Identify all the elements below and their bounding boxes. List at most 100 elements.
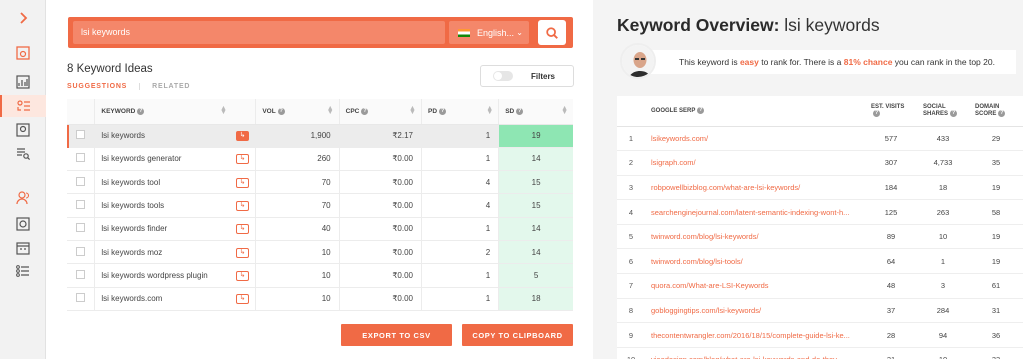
help-icon[interactable]: ? — [137, 107, 145, 115]
sort-icon[interactable]: ▲ ▼ — [561, 105, 568, 116]
keyword-cell[interactable]: lsi keywords tools — [94, 193, 232, 218]
visits-cell: 21 — [865, 347, 917, 359]
filters-button[interactable]: Filters — [480, 65, 574, 87]
site-audit-icon[interactable] — [13, 143, 33, 163]
help-icon[interactable]: ? — [361, 107, 369, 115]
table-row[interactable]: lsi keywords.com ↳ 10 ₹0.00 1 18 — [67, 287, 573, 311]
top-pages-icon[interactable] — [13, 214, 33, 234]
row-checkbox-cell — [67, 240, 95, 265]
table-row[interactable]: lsi keywords tools ↳ 70 ₹0.00 4 15 — [67, 193, 573, 218]
cpc-cell: ₹0.00 — [338, 217, 422, 241]
table-row[interactable]: lsi keywords moz ↳ 10 ₹0.00 2 14 — [67, 240, 573, 265]
keyword-cell[interactable]: lsi keywords wordpress plugin — [94, 263, 232, 288]
serp-url-link[interactable]: vieodesign.com/blog/what-are-lsi-keyword… — [645, 347, 865, 359]
open-keyword-icon[interactable]: ↳ — [235, 131, 249, 142]
table-row[interactable]: lsi keywords finder ↳ 40 ₹0.00 1 14 — [67, 217, 573, 241]
serp-url-link[interactable]: gobloggingtips.com/lsi-keywords/ — [645, 298, 865, 324]
expand-chevron-icon[interactable] — [13, 8, 33, 28]
serp-url-link[interactable]: thecontentwrangler.com/2016/18/15/comple… — [645, 322, 865, 348]
row-checkbox[interactable] — [76, 176, 86, 186]
keyword-cell[interactable]: lsi keywords finder — [94, 217, 232, 241]
users-icon[interactable] — [13, 188, 33, 208]
rank-cell: 3 — [617, 175, 645, 201]
cpc-cell: ₹2.17 — [338, 124, 422, 148]
arrow-cell: ↳ — [231, 193, 256, 218]
row-checkbox[interactable] — [76, 246, 86, 256]
search-input[interactable]: lsi keywords — [73, 21, 445, 44]
sort-icon[interactable]: ▲ ▼ — [486, 105, 493, 116]
open-keyword-icon[interactable]: ↳ — [235, 270, 249, 281]
avatar — [620, 43, 656, 79]
overview-icon[interactable] — [13, 43, 33, 63]
help-icon[interactable]: ? — [516, 107, 524, 115]
row-checkbox[interactable] — [76, 269, 86, 279]
row-checkbox[interactable] — [76, 293, 86, 303]
open-keyword-icon[interactable]: ↳ — [235, 294, 249, 305]
left-rail — [0, 0, 46, 359]
tab-suggestions[interactable]: SUGGESTIONS — [67, 83, 127, 90]
cpc-col-header[interactable]: CPC? ▲ ▼ — [338, 99, 422, 125]
tab-related[interactable]: RELATED — [139, 83, 191, 90]
arrow-cell: ↳ — [231, 263, 256, 288]
calendar-icon[interactable] — [13, 238, 33, 258]
shares-cell: 3 — [917, 273, 969, 299]
chart-icon[interactable] — [13, 72, 33, 92]
list-icon[interactable] — [13, 261, 33, 281]
serp-url-link[interactable]: twinword.com/blog/lsi-keywords/ — [645, 224, 865, 250]
help-icon[interactable]: ? — [439, 107, 447, 115]
copy-clipboard-button[interactable]: COPY TO CLIPBOARD — [462, 324, 573, 346]
open-keyword-icon[interactable]: ↳ — [235, 201, 249, 212]
shares-cell: 263 — [917, 199, 969, 225]
help-icon[interactable]: ? — [998, 110, 1006, 118]
open-keyword-icon[interactable]: ↳ — [235, 154, 249, 165]
keyword-ideas-icon[interactable] — [0, 95, 46, 117]
keyword-cell[interactable]: lsi keywords moz — [94, 240, 232, 265]
keyword-col-header[interactable]: KEYWORD? ▲ ▼ — [94, 99, 232, 125]
serp-url-link[interactable]: lsikeywords.com/ — [645, 126, 865, 152]
table-row[interactable]: lsi keywords ↳ 1,900 ₹2.17 1 19 — [67, 124, 573, 148]
sort-icon[interactable]: ▲ ▼ — [220, 105, 227, 116]
arrow-cell: ↳ — [231, 170, 256, 195]
filters-toggle[interactable] — [493, 71, 513, 81]
help-icon[interactable]: ? — [277, 107, 285, 115]
visits-cell: 577 — [865, 126, 917, 152]
serp-url-link[interactable]: lsigraph.com/ — [645, 150, 865, 176]
shares-cell: 10 — [917, 347, 969, 359]
open-keyword-icon[interactable]: ↳ — [235, 247, 249, 258]
open-keyword-icon[interactable]: ↳ — [235, 224, 249, 235]
sd-cell: 5 — [498, 263, 573, 288]
sort-icon[interactable]: ▲ ▼ — [409, 105, 416, 116]
serp-url-link[interactable]: twinword.com/blog/lsi-tools/ — [645, 248, 865, 275]
sort-icon[interactable]: ▲ ▼ — [327, 105, 334, 116]
help-icon[interactable]: ? — [697, 107, 705, 115]
sd-col-header[interactable]: SD? ▲ ▼ — [498, 99, 573, 125]
keyword-cell[interactable]: lsi keywords — [94, 124, 232, 148]
table-row[interactable]: lsi keywords tool ↳ 70 ₹0.00 4 15 — [67, 170, 573, 195]
table-row[interactable]: lsi keywords wordpress plugin ↳ 10 ₹0.00… — [67, 263, 573, 288]
shares-col-label: SOCIAL SHARES — [923, 104, 949, 118]
search-button[interactable] — [538, 20, 566, 45]
help-icon[interactable]: ? — [950, 110, 958, 118]
serp-url-link[interactable]: quora.com/What-are-LSI-Keywords — [645, 273, 865, 299]
language-select[interactable]: English... ⌄ — [449, 21, 529, 44]
pd-col-header[interactable]: PD? ▲ ▼ — [420, 99, 499, 125]
rank-col-header — [617, 96, 645, 127]
serp-url-link[interactable]: searchenginejournal.com/latent-semantic-… — [645, 199, 865, 225]
vol-col-header[interactable]: VOL? ▲ ▼ — [255, 99, 340, 125]
serp-url-link[interactable]: robpowellbizblog.com/what-are-lsi-keywor… — [645, 175, 865, 201]
keyword-overview-panel: Keyword Overview: lsi keywords This keyw… — [593, 0, 1023, 359]
serp-row: 3 robpowellbizblog.com/what-are-lsi-keywo… — [617, 175, 1023, 201]
table-row[interactable]: lsi keywords generator ↳ 260 ₹0.00 1 14 — [67, 147, 573, 172]
row-checkbox[interactable] — [76, 153, 86, 163]
keyword-cell[interactable]: lsi keywords tool — [94, 170, 232, 195]
help-icon[interactable]: ? — [873, 110, 880, 118]
row-checkbox[interactable] — [76, 130, 86, 140]
open-keyword-icon[interactable]: ↳ — [235, 177, 249, 188]
keyword-cell[interactable]: lsi keywords generator — [94, 147, 232, 172]
row-checkbox[interactable] — [76, 223, 86, 233]
content-ideas-icon[interactable] — [13, 120, 33, 140]
keyword-ideas-panel: lsi keywords English... ⌄ 8 Keyword Idea… — [46, 0, 593, 359]
row-checkbox[interactable] — [76, 200, 86, 210]
keyword-cell[interactable]: lsi keywords.com — [94, 287, 232, 311]
export-csv-button[interactable]: EXPORT TO CSV — [341, 324, 452, 346]
